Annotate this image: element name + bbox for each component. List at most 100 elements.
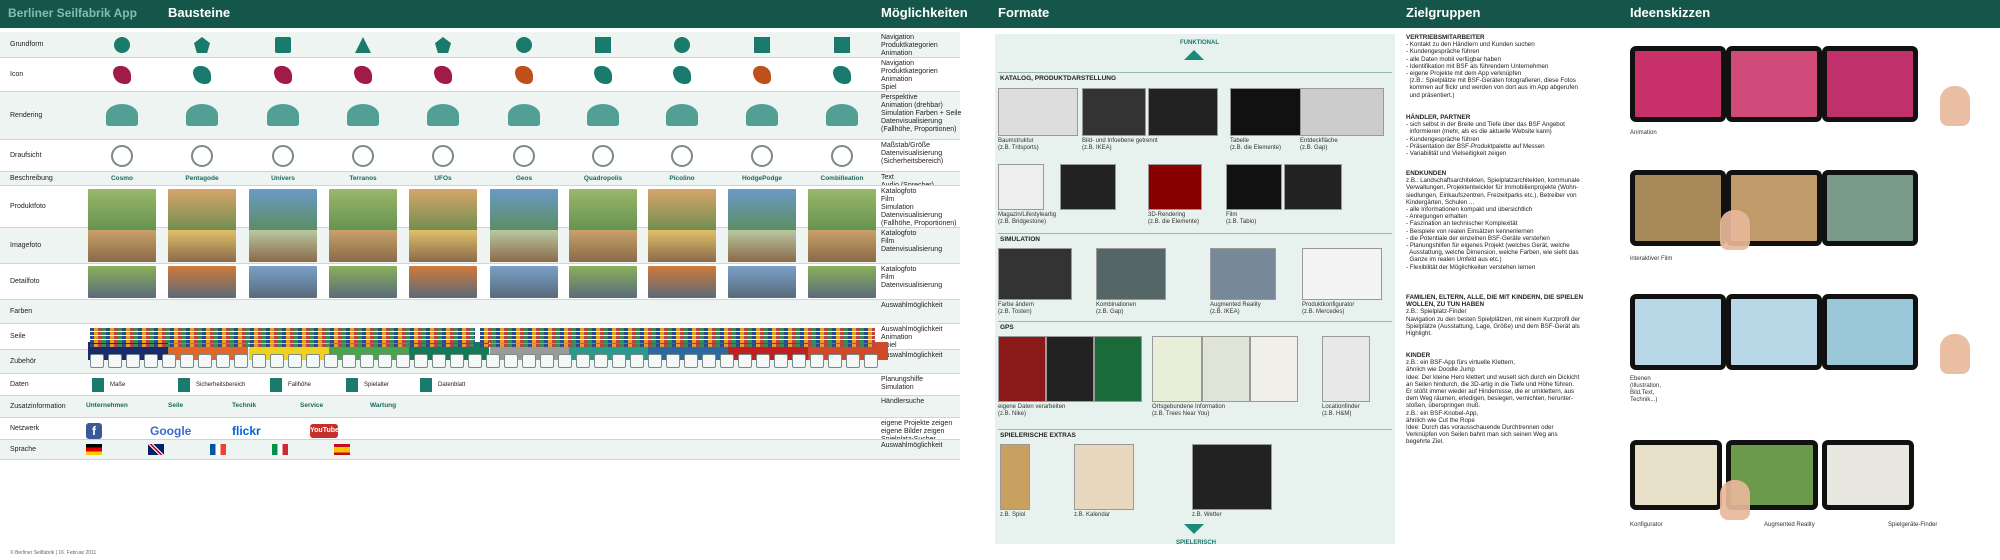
- format-thumbnail[interactable]: [998, 164, 1044, 210]
- grundform-shape[interactable]: [754, 37, 770, 53]
- detail-photo[interactable]: [329, 266, 397, 298]
- product-name[interactable]: UFOs: [403, 175, 483, 182]
- product-name[interactable]: Picolino: [642, 175, 722, 182]
- format-thumbnail[interactable]: [1284, 164, 1342, 210]
- rope-sample[interactable]: [480, 332, 875, 335]
- accessory-icon[interactable]: [144, 354, 158, 368]
- accessory-icon[interactable]: [774, 354, 788, 368]
- accessory-icon[interactable]: [864, 354, 878, 368]
- accessory-icon[interactable]: [792, 354, 806, 368]
- rope-sample[interactable]: [90, 332, 475, 335]
- accessory-icon[interactable]: [648, 354, 662, 368]
- tablet-sketch[interactable]: [1822, 294, 1918, 370]
- language-flag[interactable]: [86, 444, 102, 455]
- detail-photo[interactable]: [490, 266, 558, 298]
- info-link[interactable]: Wartung: [370, 402, 396, 409]
- image-photo[interactable]: [329, 230, 397, 262]
- rendering-image[interactable]: [746, 104, 778, 126]
- top-view-image[interactable]: [272, 145, 294, 167]
- tablet-sketch[interactable]: [1630, 440, 1722, 510]
- top-view-image[interactable]: [671, 145, 693, 167]
- image-photo[interactable]: [490, 230, 558, 262]
- accessory-icon[interactable]: [180, 354, 194, 368]
- accessory-icon[interactable]: [504, 354, 518, 368]
- accessory-icon[interactable]: [198, 354, 212, 368]
- accessory-icon[interactable]: [306, 354, 320, 368]
- product-name[interactable]: Terranos: [323, 175, 403, 182]
- accessory-icon[interactable]: [432, 354, 446, 368]
- grundform-shape[interactable]: [674, 37, 690, 53]
- accessory-icon[interactable]: [270, 354, 284, 368]
- rendering-image[interactable]: [508, 104, 540, 126]
- format-thumbnail[interactable]: [998, 336, 1046, 402]
- rendering-image[interactable]: [347, 104, 379, 126]
- format-thumbnail[interactable]: [1046, 336, 1094, 402]
- rendering-image[interactable]: [666, 104, 698, 126]
- flickr-icon[interactable]: flickr: [232, 424, 261, 438]
- product-name[interactable]: Pentagode: [162, 175, 242, 182]
- tablet-sketch[interactable]: [1822, 440, 1914, 510]
- accessory-icon[interactable]: [90, 354, 104, 368]
- product-name[interactable]: Geos: [484, 175, 564, 182]
- image-photo[interactable]: [88, 230, 156, 262]
- product-name[interactable]: HodgePodge: [722, 175, 802, 182]
- accessory-icon[interactable]: [756, 354, 770, 368]
- detail-photo[interactable]: [409, 266, 477, 298]
- format-thumbnail[interactable]: [1148, 164, 1202, 210]
- detail-photo[interactable]: [728, 266, 796, 298]
- data-icon[interactable]: [346, 378, 358, 392]
- rope-sample[interactable]: [90, 336, 475, 339]
- accessory-icon[interactable]: [468, 354, 482, 368]
- language-flag[interactable]: [210, 444, 226, 455]
- format-thumbnail[interactable]: [1060, 164, 1116, 210]
- accessory-icon[interactable]: [684, 354, 698, 368]
- tablet-sketch[interactable]: [1630, 46, 1726, 122]
- detail-photo[interactable]: [168, 266, 236, 298]
- rendering-image[interactable]: [106, 104, 138, 126]
- detail-photo[interactable]: [569, 266, 637, 298]
- rope-sample[interactable]: [90, 344, 475, 347]
- top-view-image[interactable]: [352, 145, 374, 167]
- data-icon[interactable]: [92, 378, 104, 392]
- data-label[interactable]: Maße: [110, 382, 125, 388]
- accessory-icon[interactable]: [720, 354, 734, 368]
- accessory-icon[interactable]: [540, 354, 554, 368]
- top-view-image[interactable]: [831, 145, 853, 167]
- grundform-shape[interactable]: [275, 37, 291, 53]
- image-photo[interactable]: [409, 230, 477, 262]
- rendering-image[interactable]: [587, 104, 619, 126]
- rope-sample[interactable]: [480, 344, 875, 347]
- rendering-image[interactable]: [427, 104, 459, 126]
- product-name[interactable]: Cosmo: [82, 175, 162, 182]
- accessory-icon[interactable]: [486, 354, 500, 368]
- format-thumbnail[interactable]: [1096, 248, 1166, 300]
- top-view-image[interactable]: [432, 145, 454, 167]
- top-view-image[interactable]: [751, 145, 773, 167]
- accessory-icon[interactable]: [252, 354, 266, 368]
- rope-sample[interactable]: [90, 340, 475, 343]
- format-thumbnail[interactable]: [1074, 444, 1134, 510]
- accessory-icon[interactable]: [108, 354, 122, 368]
- image-photo[interactable]: [168, 230, 236, 262]
- accessory-icon[interactable]: [828, 354, 842, 368]
- accessory-icon[interactable]: [342, 354, 356, 368]
- accessory-icon[interactable]: [288, 354, 302, 368]
- info-link[interactable]: Technik: [232, 402, 256, 409]
- image-photo[interactable]: [648, 230, 716, 262]
- accessory-icon[interactable]: [324, 354, 338, 368]
- facebook-icon[interactable]: f: [86, 423, 102, 439]
- info-link[interactable]: Seile: [168, 402, 183, 409]
- accessory-icon[interactable]: [396, 354, 410, 368]
- accessory-icon[interactable]: [378, 354, 392, 368]
- image-photo[interactable]: [569, 230, 637, 262]
- format-thumbnail[interactable]: [998, 248, 1072, 300]
- rope-sample[interactable]: [90, 328, 475, 331]
- image-photo[interactable]: [249, 230, 317, 262]
- accessory-icon[interactable]: [450, 354, 464, 368]
- accessory-icon[interactable]: [666, 354, 680, 368]
- format-thumbnail[interactable]: [1300, 88, 1384, 136]
- tablet-sketch[interactable]: [1630, 170, 1726, 246]
- accessory-icon[interactable]: [702, 354, 716, 368]
- rope-sample[interactable]: [480, 336, 875, 339]
- grundform-shape[interactable]: [516, 37, 532, 53]
